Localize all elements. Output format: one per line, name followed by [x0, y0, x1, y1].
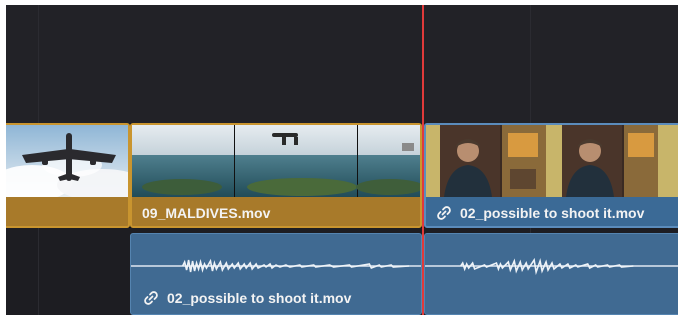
clip-thumbnail-strip: [132, 125, 420, 197]
audio-clip-interview-continued[interactable]: [424, 233, 678, 315]
clip-thumbnail-strip: [426, 125, 678, 197]
link-icon: [143, 290, 159, 306]
audio-waveform: [425, 257, 678, 276]
video-clip-maldives[interactable]: 09_MALDIVES.mov: [130, 123, 422, 228]
clip-thumbnail: [6, 125, 128, 197]
empty-track-area: [6, 5, 678, 123]
clip-name-label: 02_possible to shoot it.mov: [143, 290, 351, 306]
link-icon: [436, 205, 452, 221]
clip-name-label: 09_MALDIVES.mov: [142, 205, 271, 221]
timeline-panel: 09_MALDIVES.mov 02_possible to shoot it.…: [6, 5, 678, 315]
audio-clip-interview[interactable]: 02_possible to shoot it.mov: [130, 233, 422, 315]
audio-waveform: [131, 258, 421, 273]
video-clip-interview[interactable]: 02_possible to shoot it.mov: [424, 123, 678, 228]
video-clip-airplane[interactable]: [6, 123, 130, 228]
playhead[interactable]: [422, 5, 424, 315]
clip-name-label: 02_possible to shoot it.mov: [436, 205, 644, 221]
